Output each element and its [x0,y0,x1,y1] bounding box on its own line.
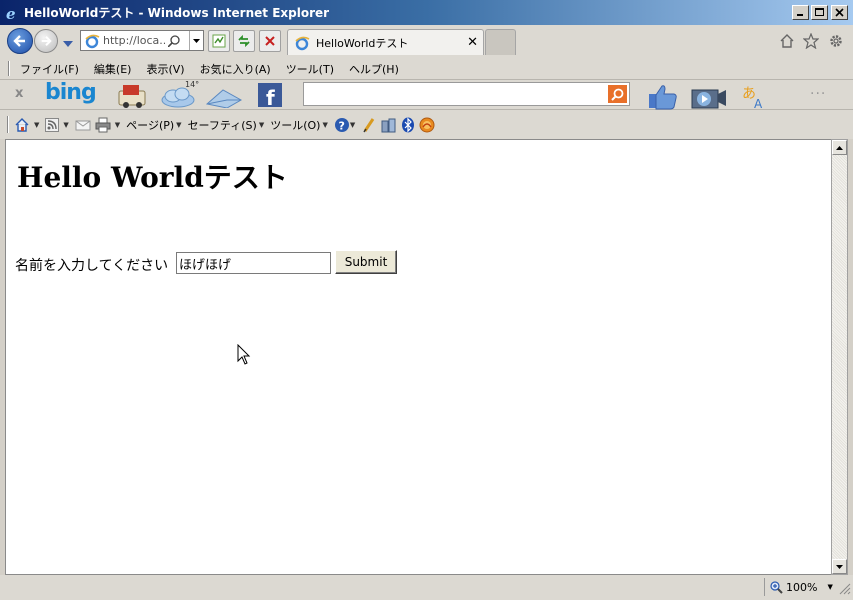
status-bar: 100% ▼ [0,575,853,600]
svg-text:f: f [266,86,275,108]
favorites-star-icon[interactable] [803,33,819,49]
help-dropdown-icon[interactable]: ▼ [350,121,355,129]
bing-toolbar: x bing 14° f あA ··· [0,79,853,110]
menu-edit[interactable]: 編集(E) [94,61,132,77]
rss-dropdown-icon[interactable]: ▼ [63,121,68,129]
history-dropdown-icon[interactable] [63,37,73,50]
bluetooth-icon[interactable] [401,117,415,133]
svg-text:?: ? [338,119,344,132]
print-dropdown-icon[interactable]: ▼ [115,121,120,129]
menu-view[interactable]: 表示(V) [146,61,184,77]
addon-orange-icon[interactable] [419,117,435,133]
menu-tools[interactable]: ツール(T) [286,61,334,77]
name-input[interactable] [176,252,331,274]
refresh-icon [238,34,250,48]
mouse-cursor-icon [237,343,251,369]
compatibility-view-button[interactable] [208,30,230,52]
maps-icon[interactable] [116,82,150,108]
menu-grip [8,61,10,76]
window-title: HelloWorldテスト - Windows Internet Explore… [24,6,330,20]
menu-file[interactable]: ファイル(F) [20,61,79,77]
safety-menu-dropdown-icon[interactable]: ▼ [259,121,264,129]
close-window-button[interactable] [831,5,848,20]
zoom-icon [770,580,783,594]
navigation-bar: http://loca... HelloWorldテスト ✕ [0,25,853,58]
scroll-down-button[interactable] [832,559,847,574]
rss-feed-icon[interactable] [45,117,60,132]
menu-help[interactable]: ヘルプ(H) [349,61,399,77]
help-icon[interactable]: ? [334,117,350,133]
forward-arrow-icon [41,35,52,47]
vertical-scrollbar[interactable] [831,139,848,575]
back-arrow-icon [13,35,25,47]
tab-helloworld[interactable]: HelloWorldテスト ✕ [287,29,484,55]
facebook-icon[interactable]: f [257,82,283,108]
page-content: Hello Worldテスト 名前を入力してください Submit [5,139,831,575]
scroll-up-button[interactable] [832,140,847,155]
zoom-control[interactable]: 100% ▼ [764,578,834,596]
bing-more-icon[interactable]: ··· [810,86,826,102]
gear-icon[interactable] [828,33,844,49]
compatibility-view-icon [212,34,226,48]
print-icon[interactable] [95,117,111,133]
page-ie-icon [84,33,100,49]
svg-text:e: e [6,5,16,21]
search-icon[interactable] [168,34,180,47]
stop-button[interactable] [259,30,281,52]
arrow-up-icon [836,145,843,150]
title-bar: e HelloWorldテスト - Windows Internet Explo… [0,0,853,25]
svg-text:A: A [754,97,763,110]
refresh-button[interactable] [233,30,255,52]
like-thumb-icon[interactable] [647,82,679,110]
search-icon [611,88,624,101]
ie-logo-icon: e [5,5,21,21]
tab-close-icon[interactable]: ✕ [467,35,478,50]
name-label: 名前を入力してください [15,258,169,274]
command-bar: ▼ ▼ ▼ ページ(P) ▼ セーフティ(S) ▼ ツール(O) ▼ ? ▼ [0,110,853,139]
bing-search-button[interactable] [608,85,627,103]
tab-ie-icon [294,35,310,51]
safety-menu[interactable]: セーフティ(S) [188,117,257,133]
page-menu-dropdown-icon[interactable]: ▼ [176,121,181,129]
minimize-button[interactable] [792,5,809,20]
addon-icon[interactable] [381,117,397,133]
forward-button[interactable] [34,29,58,53]
stop-icon [265,36,275,46]
resize-grip-icon[interactable] [839,583,851,598]
read-mail-icon[interactable] [75,118,91,132]
tools-menu[interactable]: ツール(O) [270,117,320,133]
research-pen-icon[interactable] [361,117,377,133]
maximize-button[interactable] [811,5,828,20]
new-tab-button[interactable] [485,29,516,55]
bing-search-input[interactable] [303,82,630,106]
arrow-down-icon [836,564,843,569]
mail-icon[interactable] [205,82,243,108]
translator-icon[interactable]: あA [740,82,772,110]
page-heading: Hello Worldテスト [17,161,288,194]
command-bar-grip [7,116,9,133]
home-dropdown-icon[interactable]: ▼ [34,121,39,129]
submit-button[interactable]: Submit [335,250,397,274]
home-icon[interactable] [14,117,30,133]
bing-bar-close-icon[interactable]: x [15,86,23,101]
page-menu[interactable]: ページ(P) [126,117,174,133]
back-button[interactable] [7,28,33,54]
tab-label: HelloWorldテスト [316,36,409,50]
tools-menu-dropdown-icon[interactable]: ▼ [322,121,327,129]
zoom-dropdown-icon[interactable]: ▼ [827,583,832,591]
bing-logo[interactable]: bing [45,80,97,105]
address-dropdown-icon[interactable] [189,31,203,50]
menu-favorites[interactable]: お気に入り(A) [200,61,271,77]
home-icon[interactable] [779,33,795,49]
weather-temperature: 14° [185,80,200,89]
video-icon[interactable] [690,82,728,110]
window-controls [790,5,848,20]
address-text[interactable]: http://loca... [103,34,165,47]
address-bar[interactable]: http://loca... [80,30,204,51]
zoom-level: 100% [786,580,818,594]
menu-bar: ファイル(F) 編集(E) 表示(V) お気に入り(A) ツール(T) ヘルプ(… [0,58,853,79]
